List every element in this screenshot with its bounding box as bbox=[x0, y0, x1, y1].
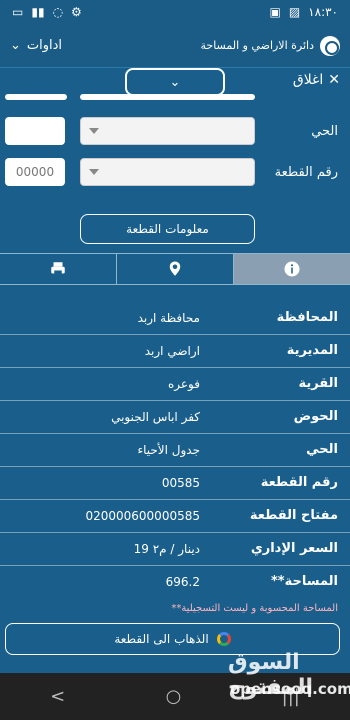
area-note: **المساحة المحسوبة و ليست التسجيلية bbox=[171, 603, 338, 614]
opensooq-watermark: opensooq.com bbox=[230, 680, 350, 698]
signal-icon: ▮▮ bbox=[31, 5, 45, 19]
parcel-info-button[interactable]: معلومات القطعة bbox=[80, 214, 255, 244]
detail-row: رقم القطعة 00585 bbox=[0, 467, 350, 499]
detail-value: كفر اباس الجنوبي bbox=[111, 410, 200, 424]
detail-label: **المساحة bbox=[270, 574, 338, 589]
detail-value: 19 دينار / م٢ bbox=[133, 542, 200, 556]
detail-label: المحافظة bbox=[276, 310, 338, 325]
print-icon bbox=[51, 262, 65, 276]
detail-row: مفتاح القطعة 020000600000585 bbox=[0, 500, 350, 532]
detail-label: الحوض bbox=[293, 409, 338, 424]
parcel-row: 00000 رقم القطعة bbox=[0, 154, 350, 190]
wifi-icon: ◌ bbox=[52, 5, 64, 19]
detail-value: اراضي اربد bbox=[144, 344, 200, 358]
detail-value: 696.2 bbox=[165, 575, 200, 589]
chevron-down-icon: ⌄ bbox=[10, 38, 21, 53]
district-code-input[interactable] bbox=[5, 117, 65, 145]
close-icon: ✕ bbox=[328, 72, 340, 88]
detail-label: الحي bbox=[306, 442, 338, 457]
detail-value: جدول الأحياء bbox=[137, 443, 200, 457]
parcel-number-input[interactable]: 00000 bbox=[5, 158, 65, 186]
detail-label: المديرية bbox=[286, 343, 338, 358]
time: ١٨:٣٠ bbox=[308, 5, 338, 19]
battery-icon: ▭ bbox=[12, 5, 24, 19]
parcel-select[interactable] bbox=[80, 158, 255, 186]
app-bar: ⌄ اداوات دائرة الاراضي و المساحة bbox=[0, 24, 350, 68]
collapse-panel-button[interactable]: ⌄ bbox=[125, 68, 225, 96]
home-nav-icon[interactable]: ○ bbox=[166, 686, 182, 707]
detail-row: الحوض كفر اباس الجنوبي bbox=[0, 401, 350, 433]
detail-row: السعر الإداري 19 دينار / م٢ bbox=[0, 533, 350, 565]
district-row: الحي bbox=[0, 113, 350, 149]
district-select[interactable] bbox=[80, 117, 255, 145]
parcel-label: رقم القطعة bbox=[274, 164, 338, 180]
chevron-down-icon: ⌄ bbox=[169, 74, 181, 90]
map-button-label: الذهاب الى القطعة bbox=[114, 632, 209, 646]
detail-label: السعر الإداري bbox=[250, 541, 338, 556]
detail-value: فوعره bbox=[167, 377, 200, 391]
status-left-icons: ▭ ▮▮ ◌ ⚙ bbox=[12, 5, 82, 19]
detail-row: **المساحة 696.2 bbox=[0, 566, 350, 598]
detail-row: القرية فوعره bbox=[0, 368, 350, 400]
detail-row: الحي جدول الأحياء bbox=[0, 434, 350, 466]
status-bar: ▭ ▮▮ ◌ ⚙ ▣ ▨ ١٨:٣٠ bbox=[0, 0, 350, 24]
detail-value: 00585 bbox=[161, 476, 200, 490]
google-icon bbox=[216, 632, 231, 646]
tab-location[interactable] bbox=[116, 254, 233, 284]
detail-label: رقم القطعة bbox=[260, 475, 338, 490]
upper-input-edge bbox=[80, 94, 255, 100]
detail-label: مفتاح القطعة bbox=[249, 508, 338, 523]
district-label: الحي bbox=[311, 123, 338, 139]
back-nav-icon[interactable]: < bbox=[50, 686, 65, 707]
tools-menu[interactable]: ⌄ اداوات bbox=[10, 38, 62, 53]
image-icon: ▨ bbox=[288, 5, 301, 19]
tab-print[interactable] bbox=[0, 254, 116, 284]
app-icon: ▣ bbox=[269, 5, 281, 19]
close-label: اغلاق bbox=[292, 72, 324, 88]
info-icon bbox=[284, 261, 300, 277]
detail-row: المديرية اراضي اربد bbox=[0, 335, 350, 367]
detail-value: محافظة اربد bbox=[137, 311, 200, 325]
tab-info[interactable] bbox=[233, 254, 350, 284]
brand: دائرة الاراضي و المساحة bbox=[200, 35, 340, 56]
brand-title: دائرة الاراضي و المساحة bbox=[200, 39, 315, 52]
details-tabs bbox=[0, 253, 350, 285]
close-panel-button[interactable]: اغلاق ✕ bbox=[293, 72, 340, 88]
upper-small-input-edge bbox=[5, 94, 67, 100]
detail-label: القرية bbox=[298, 376, 338, 391]
status-right-icons: ▣ ▨ ١٨:٣٠ bbox=[269, 5, 338, 19]
department-logo bbox=[320, 35, 340, 56]
location-pin-icon bbox=[169, 261, 181, 276]
detail-value: 020000600000585 bbox=[85, 509, 200, 523]
settings-icon: ⚙ bbox=[71, 5, 82, 19]
detail-row: المحافظة محافظة اربد bbox=[0, 302, 350, 334]
tools-label: اداوات bbox=[26, 38, 63, 53]
